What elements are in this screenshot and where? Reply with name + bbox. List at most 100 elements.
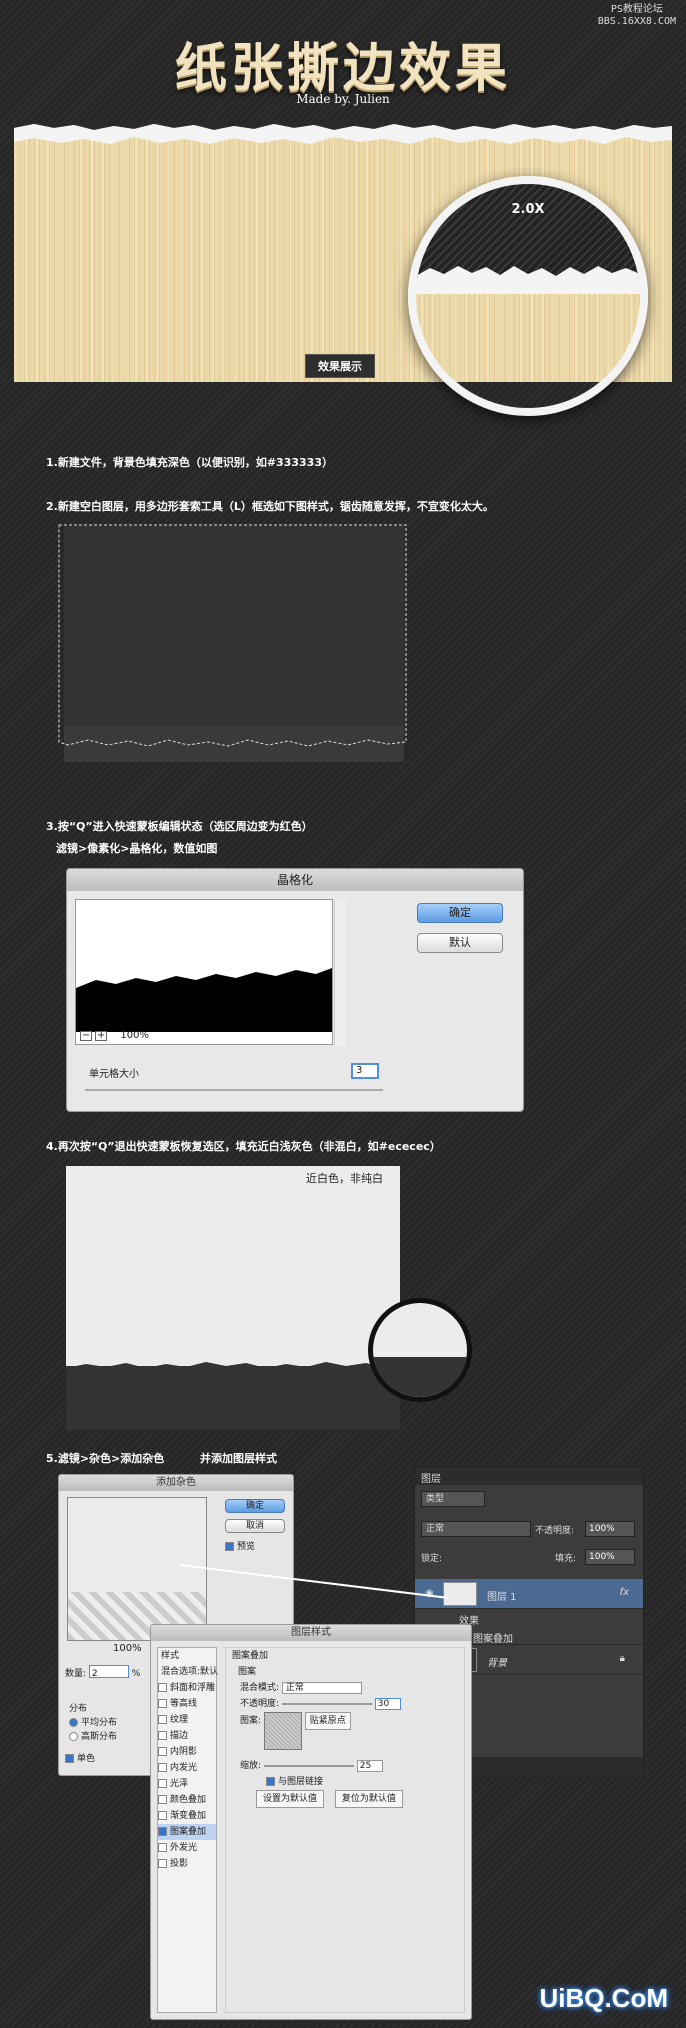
style-item-checkbox[interactable] (158, 1843, 167, 1852)
zoom-in-button[interactable]: + (95, 1031, 108, 1041)
fill-input[interactable]: 100% (585, 1549, 635, 1565)
mode-select[interactable]: 正常 (281, 1682, 362, 1694)
default-buttons: 设置为默认值 复位为默认值 (226, 1790, 464, 1808)
style-item[interactable]: 等高线 (158, 1696, 216, 1712)
scale-row: 缩放: 25 (226, 1758, 464, 1774)
style-settings: 图案叠加 图案 混合模式: 正常 不透明度: 30 图案: 贴紧原点 缩放: 2… (225, 1647, 465, 2013)
preview-scrollbar[interactable] (334, 900, 346, 1046)
zoom-label: 2.0X (511, 202, 545, 217)
style-item[interactable]: 颜色叠加 (158, 1792, 216, 1808)
step4-note: 近白色，非纯白 (306, 1172, 383, 1185)
style-item-label: 颜色叠加 (170, 1795, 207, 1805)
style-item-checkbox[interactable] (158, 1699, 167, 1708)
style-item[interactable]: 斜面和浮雕 (158, 1680, 216, 1696)
blend-options-item[interactable]: 混合选项:默认 (158, 1664, 218, 1680)
opacity-row: 不透明度: 30 (226, 1696, 464, 1712)
style-item-checkbox[interactable] (158, 1859, 167, 1868)
mode-label: 混合模式: (240, 1683, 280, 1693)
preview-zoom-controls: − + 100% (80, 1030, 149, 1041)
crystallize-preview-image (76, 968, 332, 1032)
style-item-checkbox[interactable] (158, 1827, 167, 1836)
style-opacity-input[interactable]: 30 (374, 1698, 401, 1710)
style-item-label: 内发光 (170, 1763, 198, 1773)
pattern-overlay-label: 图案叠加 (473, 1634, 513, 1645)
fill-label: 填充: (555, 1554, 577, 1564)
uniform-radio[interactable] (69, 1718, 78, 1727)
style-item-checkbox[interactable] (158, 1683, 167, 1692)
crystallize-ok-button[interactable]: 确定 (417, 903, 503, 923)
reset-default-button[interactable]: 复位为默认值 (334, 1790, 403, 1808)
blend-mode-select[interactable]: 正常 (421, 1521, 531, 1537)
style-opacity-label: 不透明度: (240, 1699, 280, 1709)
background-name: 背景 (487, 1658, 507, 1669)
layer-style-title: 图层样式 (151, 1625, 471, 1641)
layer-filter-select[interactable]: 类型 (421, 1491, 485, 1507)
marquee-selection (58, 524, 407, 747)
layers-tab[interactable]: 图层 (415, 1467, 643, 1485)
style-item-checkbox[interactable] (158, 1763, 167, 1772)
styles-heading[interactable]: 样式 (158, 1648, 216, 1664)
layer-style-dialog: 图层样式 样式 混合选项:默认 斜面和浮雕 等高线纹理描边内阴影内发光光泽颜色叠加… (150, 1624, 472, 2020)
step4-canvas-dark (66, 1366, 400, 1430)
style-item-label: 纹理 (170, 1715, 189, 1725)
style-item-checkbox[interactable] (158, 1715, 167, 1724)
style-item[interactable]: 光泽 (158, 1776, 216, 1792)
style-item[interactable]: 外发光 (158, 1840, 216, 1856)
cell-size-slider[interactable] (85, 1089, 383, 1091)
step-3a: 3.按“Q”进入快速蒙板编辑状态（选区周边变为红色） (46, 820, 313, 833)
style-item[interactable]: 描边 (158, 1728, 216, 1744)
hero-title: 纸张撕边效果 (174, 39, 511, 99)
watermark-line1: PS教程论坛 (610, 4, 663, 15)
style-item[interactable]: 内发光 (158, 1760, 216, 1776)
lock-label: 锁定: (421, 1554, 443, 1564)
cell-size-label: 单元格大小 (89, 1069, 139, 1080)
style-item[interactable]: 纹理 (158, 1712, 216, 1728)
styles-list: 样式 混合选项:默认 斜面和浮雕 等高线纹理描边内阴影内发光光泽颜色叠加渐变叠加图… (157, 1647, 218, 2013)
style-item[interactable]: 内阴影 (158, 1744, 216, 1760)
style-opacity-slider[interactable] (281, 1702, 372, 1705)
crystallize-default-button[interactable]: 默认 (417, 933, 503, 953)
link-checkbox[interactable] (266, 1777, 275, 1786)
step-4: 4.再次按“Q”退出快速蒙板恢复选区，填充近白浅灰色（非混白，如#ececec） (46, 1140, 441, 1153)
gaussian-radio[interactable] (69, 1732, 78, 1741)
noise-preview-toggle[interactable]: 预览 (225, 1539, 255, 1555)
link-row[interactable]: 与图层链接 (226, 1774, 464, 1790)
mono-option[interactable]: 单色 (65, 1751, 95, 1767)
style-item-checkbox[interactable] (158, 1779, 167, 1788)
pattern-swatch[interactable] (263, 1712, 302, 1750)
style-item-label: 内阴影 (170, 1747, 198, 1757)
layer-row-layer1[interactable]: ◉ 图层 1 fx (415, 1579, 643, 1609)
step4-torn-edge (66, 1362, 400, 1372)
style-item[interactable]: 投影 (158, 1856, 216, 1872)
style-item-label: 光泽 (170, 1779, 189, 1789)
zoom-out-button[interactable]: − (80, 1031, 92, 1041)
crystallize-preview: − + 100% (75, 899, 346, 1046)
preview-checkbox[interactable] (225, 1542, 234, 1551)
noise-zoom-value: 100% (113, 1643, 142, 1654)
noise-ok-button[interactable]: 确定 (225, 1499, 285, 1513)
style-item[interactable]: 图案叠加 (158, 1824, 216, 1840)
gaussian-option[interactable]: 高斯分布 (69, 1729, 117, 1745)
style-item-checkbox[interactable] (158, 1731, 167, 1740)
style-item-label: 描边 (170, 1731, 189, 1741)
amount-unit: % (131, 1669, 141, 1679)
torn-paper-edge (14, 122, 672, 144)
amount-input[interactable]: 2 (88, 1665, 129, 1679)
opacity-label: 不透明度: (535, 1526, 575, 1536)
scale-slider[interactable] (263, 1764, 354, 1767)
style-item[interactable]: 渐变叠加 (158, 1808, 216, 1824)
style-item-checkbox[interactable] (158, 1795, 167, 1804)
add-noise-title: 添加杂色 (59, 1475, 293, 1491)
mono-label: 单色 (77, 1754, 96, 1764)
step-2: 2.新建空白图层，用多边形套索工具（L）框选如下图样式，锯齿随意发挥，不宜变化太… (46, 500, 494, 513)
mono-checkbox[interactable] (65, 1754, 74, 1763)
style-item-checkbox[interactable] (158, 1747, 167, 1756)
scale-input[interactable]: 25 (356, 1760, 383, 1772)
snap-origin-button[interactable]: 贴紧原点 (304, 1712, 351, 1730)
set-default-button[interactable]: 设置为默认值 (256, 1790, 325, 1808)
opacity-input[interactable]: 100% (585, 1521, 635, 1537)
section-title: 图案叠加 (232, 1651, 269, 1661)
noise-cancel-button[interactable]: 取消 (225, 1519, 285, 1533)
cell-size-input[interactable]: 3 (351, 1063, 379, 1079)
style-item-checkbox[interactable] (158, 1811, 167, 1820)
